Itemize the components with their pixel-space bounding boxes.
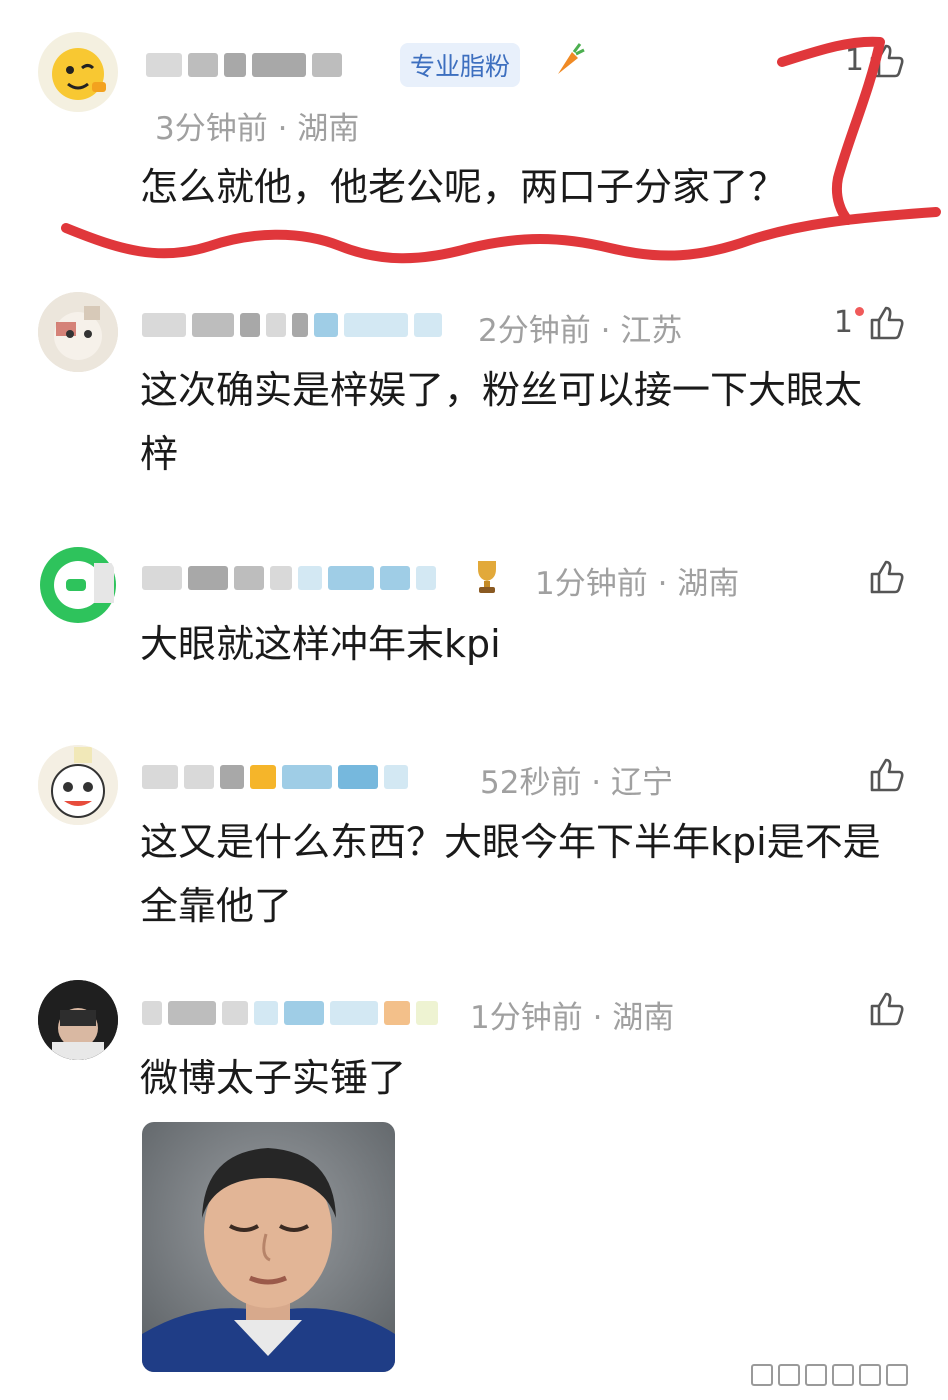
username-blurred[interactable] — [142, 563, 436, 593]
trophy-icon — [470, 555, 504, 601]
username-blurred[interactable] — [142, 762, 408, 792]
username-blurred[interactable] — [146, 50, 342, 80]
avatar-cartoon-image — [38, 292, 118, 372]
username-blurred[interactable] — [142, 998, 438, 1028]
watermark-mark — [805, 1364, 827, 1386]
new-like-dot — [855, 306, 864, 316]
like-count: 1 — [844, 42, 864, 78]
carrot-icon — [548, 40, 588, 84]
thumbs-up-icon — [870, 992, 904, 1026]
comment-text: 这又是什么东西？大眼今年下半年kpi是不是全靠他了 — [140, 820, 881, 928]
comment-meta: 2分钟前 · 江苏 — [478, 313, 683, 349]
username-blurred[interactable] — [142, 310, 442, 340]
avatar-wechat-style-image — [40, 547, 116, 623]
comment-meta: 3分钟前 · 湖南 — [155, 111, 360, 147]
comment-text: 大眼就这样冲年末kpi — [140, 622, 501, 666]
thumbs-up-icon — [870, 44, 904, 78]
avatar[interactable] — [38, 32, 118, 112]
avatar-photo-image — [38, 980, 118, 1060]
thumbs-up-icon — [870, 758, 904, 792]
watermark-mark — [778, 1364, 800, 1386]
thumbs-up-icon — [870, 306, 904, 340]
comment-text: 这次确实是梓娱了，粉丝可以接一下大眼太梓 — [140, 368, 863, 476]
avatar-cartoon-image — [38, 745, 118, 825]
comment-meta: 52秒前 · 辽宁 — [480, 765, 674, 801]
like-button[interactable] — [864, 754, 906, 794]
avatar[interactable] — [38, 545, 118, 625]
thumbs-up-icon — [870, 560, 904, 594]
watermark-mark — [859, 1364, 881, 1386]
portrait-photo — [142, 1122, 395, 1372]
comment-text: 怎么就他，他老公呢，两口子分家了？ — [140, 165, 787, 209]
comment-meta: 1分钟前 · 湖南 — [470, 1000, 675, 1036]
avatar[interactable] — [38, 980, 118, 1060]
avatar-emoji-image — [52, 48, 106, 100]
avatar[interactable] — [38, 745, 118, 825]
like-button[interactable] — [864, 556, 906, 596]
watermark — [751, 1364, 908, 1386]
comment-text: 微博太子实锤了 — [140, 1056, 407, 1100]
watermark-mark — [751, 1364, 773, 1386]
watermark-mark — [886, 1364, 908, 1386]
like-button[interactable]: 1 — [845, 40, 906, 80]
comment-meta: 1分钟前 · 湖南 — [535, 566, 740, 602]
watermark-mark — [832, 1364, 854, 1386]
fan-level-badge[interactable]: 专业脂粉 — [400, 43, 521, 87]
like-button[interactable]: 1 — [834, 302, 906, 342]
like-button[interactable] — [864, 988, 906, 1028]
like-count: 1 — [833, 304, 853, 340]
avatar[interactable] — [38, 292, 118, 372]
attached-image[interactable] — [142, 1122, 395, 1372]
